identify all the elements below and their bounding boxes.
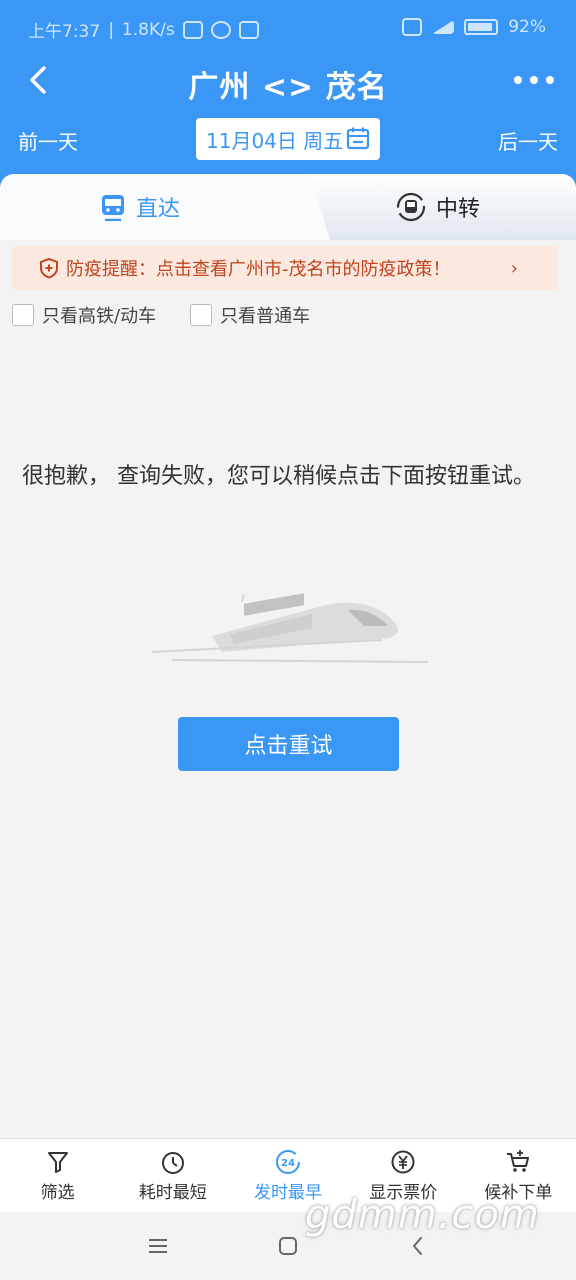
tab-direct[interactable]: 直达 (0, 174, 330, 240)
more-button[interactable] (514, 68, 554, 92)
notice-text: 防疫提醒：点击查看广州市-茂名市的防疫政策！ (66, 259, 451, 280)
more-dot (546, 76, 554, 84)
prev-day-button[interactable]: 前一天 (18, 126, 78, 155)
filter-row: 只看高铁/动车 只看普通车 (12, 302, 310, 328)
date-label: 11月04日 周五 (206, 128, 344, 153)
timer-icon (161, 1151, 184, 1174)
status-time: 上午7:37 (28, 22, 101, 42)
transfer-train-icon (396, 192, 426, 222)
hd-icon (402, 18, 423, 36)
cart-icon (507, 1149, 530, 1172)
error-message: 很抱歉， 查询失败，您可以稍候点击下面按钮重试。 (22, 464, 535, 489)
status-bar: 上午7:37 | 1.8K/s 92% (0, 0, 576, 56)
alarm-icon (210, 20, 231, 39)
date-picker[interactable]: 11月04日 周五 (196, 118, 380, 160)
filter-label: 只看高铁/动车 (42, 306, 157, 327)
page-title: 广州 <> 茂名 (188, 70, 388, 105)
watermark: gdmm.com (305, 1192, 540, 1238)
mute-icon (182, 20, 203, 39)
tab-transfer-label: 中转 (435, 197, 480, 222)
train-icon (101, 195, 124, 221)
shield-app-icon (238, 20, 259, 39)
battery-icon (464, 19, 499, 35)
filter-icon (47, 1151, 68, 1173)
page: 上午7:37 | 1.8K/s 92% 广州 <> 茂名 前一天 11月04日 … (0, 0, 576, 1280)
status-left: 上午7:37 | 1.8K/s (28, 17, 259, 42)
status-speed: 1.8K/s (121, 19, 175, 40)
toolbar-label: 耗时最短 (138, 1182, 207, 1203)
tab-bar: 中转 直达 (0, 174, 576, 240)
calendar-icon (346, 127, 370, 150)
next-day-button[interactable]: 后一天 (498, 126, 558, 155)
toolbar-label: 筛选 (40, 1182, 75, 1203)
nav-bar: 广州 <> 茂名 (0, 56, 576, 105)
more-dot (514, 76, 522, 84)
tab-direct-label: 直达 (135, 197, 180, 222)
yen-icon (391, 1150, 415, 1173)
more-dot (530, 76, 538, 84)
shield-plus-icon (40, 257, 58, 279)
date-row: 前一天 11月04日 周五 后一天 (0, 116, 576, 160)
status-right: 92% (402, 17, 546, 37)
filter-high-speed[interactable]: 只看高铁/动车 (12, 302, 156, 328)
chevron-right-icon: › (510, 258, 518, 279)
epidemic-notice[interactable]: 防疫提醒：点击查看广州市-茂名市的防疫政策！ › (12, 246, 558, 290)
filter-normal-train[interactable]: 只看普通车 (190, 302, 310, 328)
checkbox[interactable] (190, 304, 213, 326)
status-separator: | (108, 19, 114, 40)
toolbar-shortest-duration[interactable]: 耗时最短 (115, 1139, 230, 1212)
tab-transfer[interactable]: 中转 (300, 174, 576, 240)
battery-level: 92% (508, 17, 546, 37)
toolbar-filter[interactable]: 筛选 (0, 1139, 115, 1212)
header: 上午7:37 | 1.8K/s 92% 广州 <> 茂名 前一天 11月04日 … (0, 0, 576, 195)
clock-badge: 24 (281, 1158, 295, 1169)
filter-label: 只看普通车 (220, 306, 311, 327)
menu-icon[interactable] (146, 1234, 170, 1258)
clock-24-icon: 24 (276, 1149, 300, 1174)
train-illustration (152, 593, 428, 663)
home-icon[interactable] (276, 1234, 300, 1258)
retry-button[interactable]: 点击重试 (178, 717, 399, 771)
checkbox[interactable] (12, 304, 34, 326)
signal-icon (432, 20, 455, 34)
content: 防疫提醒：点击查看广州市-茂名市的防疫政策！ › 只看高铁/动车 只看普通车 很… (0, 240, 576, 1138)
